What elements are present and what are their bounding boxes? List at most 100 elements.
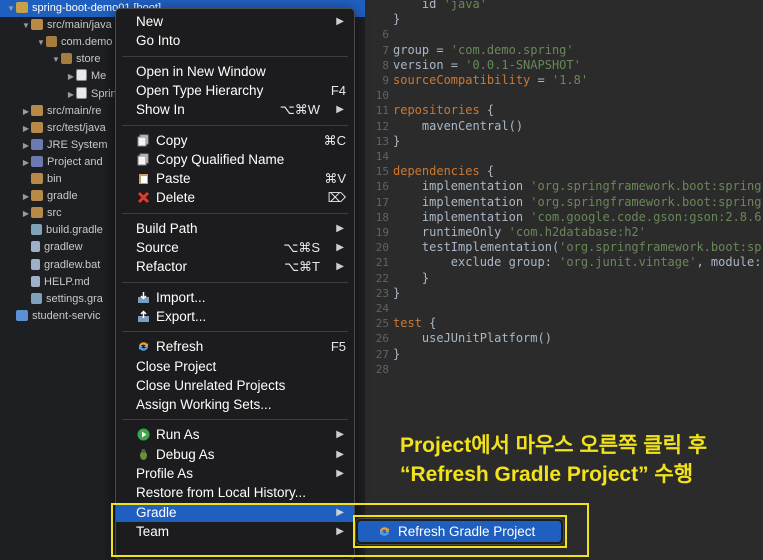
menu-item-label: Profile As <box>136 466 194 481</box>
menu-item-build-path[interactable]: Build Path ▶ <box>116 219 354 238</box>
tree-item[interactable]: ▶ src/test/java <box>0 120 106 137</box>
chevron-down-icon[interactable]: ▼ <box>36 34 46 51</box>
menu-item-paste[interactable]: Paste ⌘V <box>116 169 354 188</box>
tree-item[interactable]: ▶ src/main/re <box>0 103 101 120</box>
chevron-right-icon[interactable]: ▶ <box>21 188 31 205</box>
menu-item-open-in-new-window[interactable]: Open in New Window <box>116 62 354 81</box>
tree-item[interactable]: ▼ store <box>0 51 100 68</box>
line-number: 12 <box>375 119 389 133</box>
menu-item-go-into[interactable]: Go Into <box>116 31 354 50</box>
code-line[interactable]: 14 <box>365 149 763 164</box>
code-line[interactable]: 10 <box>365 88 763 103</box>
code-line[interactable]: 26 useJUnitPlatform() <box>365 331 763 346</box>
tree-item[interactable]: gradlew.bat <box>0 257 100 274</box>
menu-item-refactor[interactable]: Refactor ⌥⌘T ▶ <box>116 257 354 276</box>
menu-item-label: Paste <box>156 171 191 187</box>
code-token: group = <box>393 42 451 57</box>
menu-item-import[interactable]: Import... <box>116 288 354 307</box>
tree-item-label: store <box>76 53 101 66</box>
chevron-right-icon[interactable]: ▶ <box>21 137 31 154</box>
chevron-down-icon[interactable]: ▼ <box>21 17 31 34</box>
line-number: 13 <box>375 134 389 148</box>
code-line[interactable]: 28 <box>365 362 763 377</box>
menu-item-assign-working-sets[interactable]: Assign Working Sets... <box>116 395 354 414</box>
code-line[interactable]: 9 sourceCompatibility = '1.8' <box>365 73 763 88</box>
tree-item[interactable]: bin <box>0 171 62 188</box>
code-line[interactable]: 23} <box>365 286 763 301</box>
menu-item-new[interactable]: New ▶ <box>116 12 354 31</box>
chevron-right-icon[interactable]: ▶ <box>21 120 31 137</box>
code-token: implementation <box>393 209 531 224</box>
line-number: 23 <box>375 286 389 300</box>
tree-item[interactable]: gradlew <box>0 239 83 256</box>
code-line[interactable]: 19 runtimeOnly 'com.h2database:h2' <box>365 225 763 240</box>
debug-icon <box>140 448 147 460</box>
chevron-right-icon[interactable]: ▶ <box>66 68 76 85</box>
code-line[interactable]: 16 implementation 'org.springframework.b… <box>365 179 763 194</box>
menu-item-show-in[interactable]: Show In ⌥⌘W ▶ <box>116 100 354 119</box>
code-line[interactable]: 7 group = 'com.demo.spring' <box>365 43 763 58</box>
line-number: 18 <box>375 210 389 224</box>
tree-item[interactable]: ▶ gradle <box>0 188 78 205</box>
chevron-down-icon[interactable]: ▼ <box>6 0 16 17</box>
code-line[interactable]: 8 version = '0.0.1-SNAPSHOT' <box>365 58 763 73</box>
menu-item-close-project[interactable]: Close Project <box>116 357 354 376</box>
file-icon <box>31 241 40 253</box>
tree-item[interactable]: ▶ src <box>0 205 62 222</box>
line-number: 28 <box>375 362 389 376</box>
menu-item-restore-from-local-history[interactable]: Restore from Local History... <box>116 483 354 502</box>
code-token: useJUnitPlatform() <box>393 331 552 346</box>
code-token: = <box>530 73 552 87</box>
menu-item-copy-qualified-name[interactable]: Copy Qualified Name <box>116 150 354 169</box>
chevron-right-icon[interactable]: ▶ <box>21 154 31 171</box>
tree-item[interactable]: ▶ Spring <box>0 86 123 103</box>
menu-item-run-as[interactable]: Run As ▶ <box>116 425 354 444</box>
code-line[interactable]: } <box>365 12 763 27</box>
chevron-right-icon[interactable]: ▶ <box>21 205 31 222</box>
code-token: '1.8' <box>551 73 589 87</box>
code-line[interactable]: 15 dependencies { <box>365 164 763 179</box>
menu-item-open-type-hierarchy[interactable]: Open Type Hierarchy F4 <box>116 81 354 100</box>
tree-item[interactable]: build.gradle <box>0 222 103 239</box>
chevron-right-icon[interactable]: ▶ <box>21 103 31 120</box>
code-line[interactable]: 18 implementation 'com.google.code.gson:… <box>365 210 763 225</box>
code-line[interactable]: 21 exclude group: 'org.junit.vintage', m… <box>365 255 763 270</box>
tree-item-label: Me <box>91 70 107 83</box>
code-line[interactable]: 22 } <box>365 271 763 286</box>
tree-item[interactable]: ▼ src/main/java <box>0 17 112 34</box>
code-line[interactable]: 24 <box>365 301 763 316</box>
code-token: 'com.demo.spring' <box>450 42 574 57</box>
code-line[interactable]: 17 implementation 'org.springframework.b… <box>365 195 763 210</box>
menu-item-copy[interactable]: Copy ⌘C <box>116 131 354 150</box>
code-line[interactable]: 27} <box>365 347 763 362</box>
menu-item-source[interactable]: Source ⌥⌘S ▶ <box>116 238 354 257</box>
tree-item[interactable]: ▶ Project and <box>0 154 103 171</box>
code-line[interactable]: 20 testImplementation('org.springframewo… <box>365 240 763 255</box>
code-line[interactable]: 6 <box>365 27 763 42</box>
tree-item[interactable]: ▶ Me <box>0 68 106 85</box>
shortcut-label: ⌦ <box>327 190 346 206</box>
menu-item-close-unrelated-projects[interactable]: Close Unrelated Projects <box>116 376 354 395</box>
menu-item-export[interactable]: Export... <box>116 307 354 326</box>
code-line[interactable]: 25 test { <box>365 316 763 331</box>
code-line[interactable]: id 'java' <box>365 0 763 12</box>
menu-item-debug-as[interactable]: Debug As ▶ <box>116 445 354 464</box>
menu-item-profile-as[interactable]: Profile As ▶ <box>116 464 354 483</box>
tree-item[interactable]: student-servic <box>0 308 100 325</box>
tree-item[interactable]: ▼ com.demo <box>0 34 112 51</box>
code-text: dependencies { <box>389 164 494 178</box>
chevron-down-icon[interactable]: ▼ <box>51 51 61 68</box>
code-line[interactable]: 11 repositories { <box>365 103 763 118</box>
code-line[interactable]: 13} <box>365 134 763 149</box>
code-line[interactable]: 12 mavenCentral() <box>365 119 763 134</box>
menu-separator <box>122 124 348 126</box>
menu-item-label: Import... <box>156 289 206 305</box>
tree-item[interactable]: ▶ JRE System <box>0 137 108 154</box>
tree-item[interactable]: HELP.md <box>0 274 90 291</box>
menu-item-refresh[interactable]: Refresh F5 <box>116 337 354 356</box>
menu-item-delete[interactable]: Delete ⌦ <box>116 188 354 207</box>
tree-item[interactable]: settings.gra <box>0 291 103 308</box>
tree-item-label: Project and <box>47 155 103 168</box>
chevron-right-icon[interactable]: ▶ <box>66 86 76 103</box>
code-token: 'org.springframework.boot:spring- <box>530 179 763 194</box>
